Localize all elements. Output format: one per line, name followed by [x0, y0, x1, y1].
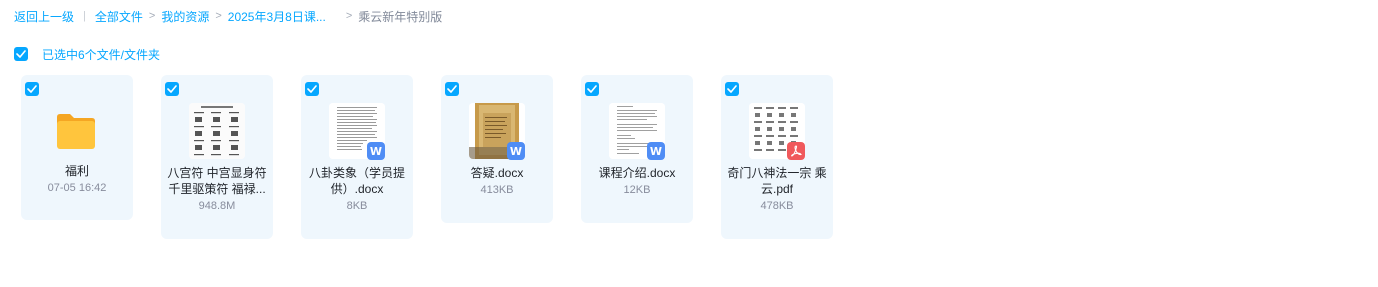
- breadcrumb-current: 乘云新年特别版: [358, 9, 443, 24]
- file-card-docx[interactable]: W 答疑.docx 413KB: [441, 75, 553, 223]
- breadcrumb-divider: |: [83, 10, 86, 22]
- file-size: 8KB: [346, 200, 368, 212]
- file-name: 课程介绍.docx: [598, 166, 676, 180]
- file-card-folder[interactable]: 福利 07-05 16:42: [21, 75, 133, 220]
- file-size: 948.8M: [198, 200, 236, 212]
- file-checkbox[interactable]: [165, 82, 179, 96]
- file-checkbox[interactable]: [585, 82, 599, 96]
- file-card-pdf[interactable]: 奇门八神法一宗 乘云.pdf 478KB: [721, 75, 833, 239]
- breadcrumb: 返回上一级 | 全部文件 > 我的资源 > 2025年3月8日课... > 乘云…: [14, 8, 442, 24]
- file-card-docx[interactable]: W 课程介绍.docx 12KB: [581, 75, 693, 223]
- file-checkbox[interactable]: [305, 82, 319, 96]
- select-all-checkbox[interactable]: [14, 47, 28, 61]
- file-size: 413KB: [480, 184, 514, 196]
- word-doc-icon: W: [647, 142, 665, 160]
- file-card-image[interactable]: 八宫符 中宫显身符 千里驱策符 福禄... 948.8M: [161, 75, 273, 239]
- file-card-docx[interactable]: W 八卦类象（学员提供）.docx 8KB: [301, 75, 413, 239]
- selection-bar: 已选中6个文件/文件夹: [14, 46, 160, 62]
- image-thumbnail: [189, 103, 245, 159]
- file-name: 福利: [64, 164, 89, 178]
- file-name: 八宫符 中宫显身符 千里驱策符 福禄...: [167, 166, 267, 196]
- file-checkbox[interactable]: [725, 82, 739, 96]
- chevron-right-icon: >: [215, 10, 222, 22]
- chevron-right-icon: >: [148, 10, 156, 22]
- file-name: 答疑.docx: [470, 166, 524, 180]
- word-doc-icon: W: [367, 142, 385, 160]
- file-name: 八卦类象（学员提供）.docx: [308, 166, 405, 196]
- breadcrumb-course-folder[interactable]: 2025年3月8日课...: [228, 8, 326, 25]
- back-link[interactable]: 返回上一级: [14, 8, 74, 25]
- pdf-icon: [787, 142, 805, 160]
- word-doc-icon: W: [507, 142, 525, 160]
- file-size: 478KB: [760, 200, 794, 212]
- file-checkbox[interactable]: [445, 82, 459, 96]
- chevron-right-icon: >: [345, 10, 353, 22]
- breadcrumb-all-files[interactable]: 全部文件: [95, 8, 143, 25]
- file-size: 12KB: [623, 184, 651, 196]
- breadcrumb-my-resources[interactable]: 我的资源: [161, 8, 209, 25]
- folder-icon: [55, 111, 97, 156]
- file-modified-time: 07-05 16:42: [47, 182, 107, 194]
- file-checkbox[interactable]: [25, 82, 39, 96]
- file-name: 奇门八神法一宗 乘云.pdf: [727, 166, 827, 196]
- selection-count-label: 已选中6个文件/文件夹: [42, 47, 161, 62]
